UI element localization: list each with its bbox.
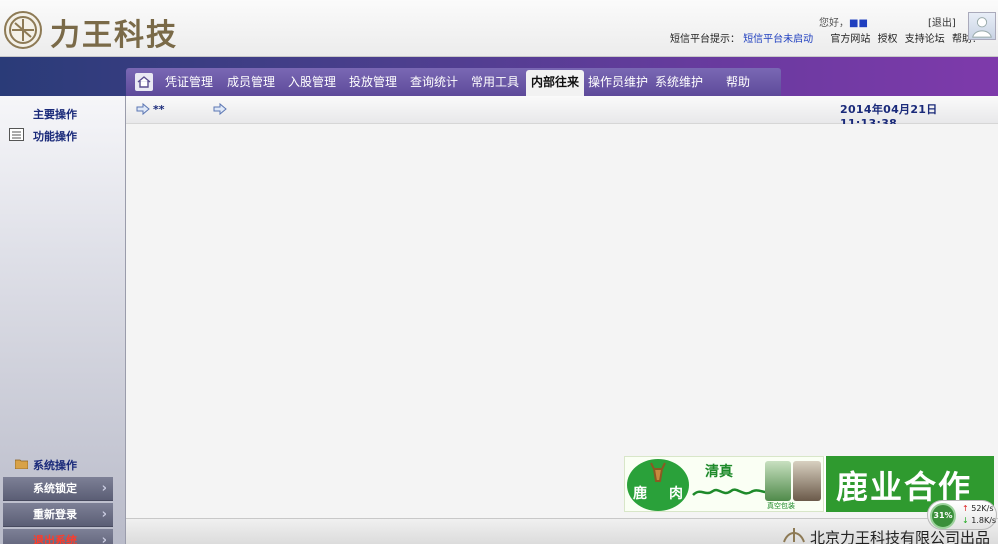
tab-shares[interactable]: 入股管理 — [283, 70, 341, 96]
tab-tools[interactable]: 常用工具 — [466, 70, 524, 96]
tab-loans[interactable]: 投放管理 — [344, 70, 402, 96]
lock-system-label: 系统锁定 — [33, 482, 77, 495]
tab-internal[interactable]: 内部往来 — [526, 70, 584, 96]
deer-icon — [650, 462, 666, 482]
download-arrow-icon: ↓ — [962, 516, 969, 525]
username: ■■ — [849, 18, 868, 29]
exit-system-button[interactable]: 退出系统 › — [3, 529, 113, 544]
product-pack-image — [793, 461, 821, 501]
ad-left-panel: 鹿 肉 清真 真空包装 — [624, 456, 824, 512]
download-speed-value: 1.8K/s — [971, 516, 997, 525]
logo-emblem — [4, 11, 42, 49]
download-speed: ↓ 1.8K/s — [962, 516, 996, 525]
header-info-row: 短信平台提示： 短信平台未启动 官方网站 授权 支持论坛 帮助? — [670, 30, 977, 45]
tab-members[interactable]: 成员管理 — [222, 70, 280, 96]
ad-badge: 鹿 肉 — [627, 459, 689, 511]
ad-note: 真空包装 — [767, 502, 795, 510]
chevron-right-icon: › — [101, 507, 107, 522]
license-link[interactable]: 授权 — [878, 34, 898, 45]
network-speed-widget[interactable]: 31% ↑ 52K/s ↓ 1.8K/s — [927, 500, 997, 530]
logout-link[interactable]: [退出] — [928, 14, 956, 29]
ad-badge-char-1: 鹿 — [633, 486, 647, 502]
product-pack-image — [765, 461, 791, 501]
tab-help[interactable]: 帮助 — [716, 70, 760, 96]
relogin-label: 重新登录 — [33, 508, 77, 521]
ad-badge-char-2: 肉 — [669, 486, 683, 502]
company-logo-icon — [783, 528, 805, 543]
tab-voucher[interactable]: 凭证管理 — [160, 70, 218, 96]
user-avatar-icon — [972, 17, 992, 38]
greeting-label: 您好， — [819, 18, 849, 29]
lock-system-button[interactable]: 系统锁定 › — [3, 477, 113, 501]
exit-system-label: 退出系统 — [33, 534, 77, 544]
avatar[interactable] — [968, 12, 996, 40]
sidebar-sys-ops[interactable]: 系统操作 — [33, 457, 77, 473]
official-site-link[interactable]: 官方网站 — [830, 34, 870, 45]
tab-query[interactable]: 查询统计 — [405, 70, 463, 96]
relogin-button[interactable]: 重新登录 › — [3, 503, 113, 527]
upload-speed-value: 52K/s — [971, 504, 994, 513]
logo-text: 力王科技 — [50, 18, 178, 53]
folder-icon — [14, 458, 29, 470]
chevron-right-icon: › — [101, 533, 107, 544]
upload-arrow-icon: ↑ — [962, 504, 969, 513]
sms-status-link[interactable]: 短信平台未启动 — [743, 34, 813, 45]
cpu-usage-indicator: 31% — [930, 503, 956, 529]
forum-link[interactable]: 支持论坛 — [905, 34, 945, 45]
greeting: 您好，■■ — [819, 14, 868, 29]
sidebar-main-ops[interactable]: 主要操作 — [33, 106, 77, 122]
arrow-right-icon[interactable] — [213, 102, 227, 116]
sidebar-func-ops[interactable]: 功能操作 — [33, 128, 77, 144]
chevron-right-icon: › — [101, 481, 107, 496]
home-icon[interactable] — [135, 73, 153, 91]
tab-operator[interactable]: 操作员维护 — [586, 70, 650, 96]
upload-speed: ↑ 52K/s — [962, 504, 994, 513]
breadcrumb: ** — [153, 103, 165, 116]
sms-label: 短信平台提示： — [670, 34, 740, 45]
arrow-right-icon[interactable] — [136, 102, 150, 116]
tab-system[interactable]: 系统维护 — [652, 70, 706, 96]
ad-halal-label: 清真 — [705, 464, 733, 480]
list-icon — [9, 128, 24, 141]
